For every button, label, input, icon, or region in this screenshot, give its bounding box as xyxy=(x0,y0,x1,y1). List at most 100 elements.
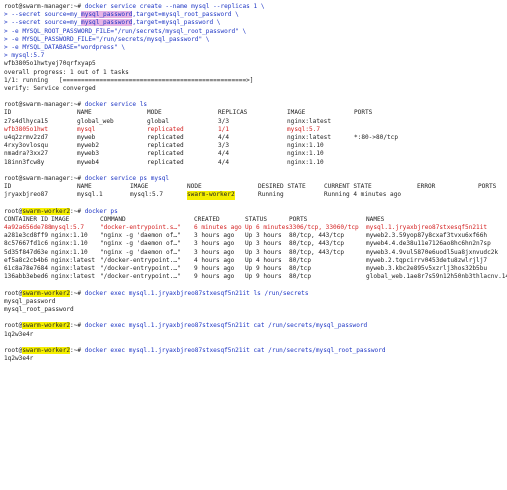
command-continuation: > -e MYSQL_ROOT_PASSWORD_FILE="/run/secr… xyxy=(4,27,247,35)
highlighted-hostname: swarm-worker2 xyxy=(22,207,71,215)
cell-image: mysql:5.7 xyxy=(130,191,164,199)
cell-ports: 80/tcp, 443/tcp xyxy=(289,240,345,248)
highlighted-hostname: swarm-worker2 xyxy=(22,289,71,297)
cell-image: mysql:5.7 xyxy=(51,224,85,232)
output-line: verify: Service converged xyxy=(4,84,96,92)
cell-command: "/docker-entrypoint.…" xyxy=(100,265,181,272)
command-text: docker exec mysql.1.jryaxbjreo87stxesqf5… xyxy=(81,322,368,330)
column-header: IMAGE xyxy=(287,109,306,117)
cell-status: Up 3 hours xyxy=(245,248,282,256)
cell-container-id: 5d35f847d63e xyxy=(4,248,49,256)
cell-id: 18inn3fcw8y xyxy=(4,158,45,166)
prompt-line: root@swarm-worker2:~# docker exec mysql.… xyxy=(4,346,503,355)
cell-created: 4 hours ago xyxy=(194,256,235,264)
cell-id: 4rxy3ovlosqu xyxy=(4,142,49,150)
cell-id: jryaxbjreo87 xyxy=(4,191,49,199)
prompt: root@swarm-manager:~# xyxy=(4,3,82,10)
table-header: ID NAME IMAGE NODE DESIRED STATE CURRENT… xyxy=(4,183,503,191)
prompt: :~# xyxy=(70,322,82,330)
cell-image: nginx:1.10 xyxy=(51,232,88,240)
cell-image: nginx:latest xyxy=(287,134,332,141)
cell-image: mysql:5.7 xyxy=(287,125,321,133)
cell-id: z7s4dlhyca15 xyxy=(4,117,49,125)
cell-command: "docker-entrypoint.s…" xyxy=(100,224,181,232)
cell-mode: replicated xyxy=(147,158,184,166)
cell-current-state: Running 4 minutes ago xyxy=(324,191,402,199)
command-continuation: > -e MYSQL_PASSWORD_FILE="/run/secrets/m… xyxy=(4,35,210,43)
cell-ports: 80/tcp xyxy=(289,265,312,272)
cell-container-id: a281e3cd8ff9 xyxy=(4,232,49,240)
command-continuation: > -e MYSQL_DATABASE="wordpress" \ xyxy=(4,43,126,51)
cell-image: nginx:1.10 xyxy=(287,158,324,166)
column-header: ID xyxy=(4,109,12,117)
table-row-highlighted: wfb3805o1hwt mysql replicated 1/1 mysql:… xyxy=(4,126,503,134)
column-header: MODE xyxy=(147,109,162,117)
cell-names: myweb4.4.de38u11e7126ao8hc6hn2n7sp xyxy=(366,240,491,248)
table-row: nmadra?3xx27 myweb3 replicated 4/4 nginx… xyxy=(4,150,503,158)
table-row: u4q2zrmv2zd7 myweb replicated 4/4 nginx:… xyxy=(4,134,503,142)
table-row: 4rxy3ovlosqu myweb2 replicated 3/3 nginx… xyxy=(4,142,503,150)
cell-ports: 80/tcp, 443/tcp xyxy=(289,248,345,256)
column-header: ID xyxy=(4,183,12,191)
cell-replicas: 3/3 xyxy=(218,117,230,125)
prompt-line: root@swarm-manager:~# docker service ls xyxy=(4,101,503,109)
cell-created: 3 hours ago xyxy=(194,232,235,240)
cell-created: 9 hours ago xyxy=(194,265,235,272)
cell-ports: 80/tcp xyxy=(289,256,312,264)
cell-image: nginx:latest xyxy=(51,256,96,264)
table-row: 61c8a78e7684 nginx:latest "/docker-entry… xyxy=(4,265,503,273)
prompt-line: root@swarm-worker2:~# docker exec mysql.… xyxy=(4,289,503,298)
output-line: 1q2w3e4r xyxy=(4,355,34,363)
command-continuation: > mysql:5.7 xyxy=(4,52,45,60)
cell-container-id: 8c57667fd1c6 xyxy=(4,240,49,248)
cell-mode: replicated xyxy=(147,125,184,133)
cell-created: 3 hours ago xyxy=(194,248,235,256)
command-fragment: > --secret source=my_ xyxy=(4,19,82,27)
table-row: 8c57667fd1c6 nginx:1.10 "nginx -g 'daemo… xyxy=(4,240,503,248)
table-row: a281e3cd8ff9 nginx:1.10 "nginx -g 'daemo… xyxy=(4,232,503,240)
column-header: IMAGE xyxy=(51,215,70,223)
cell-name: myweb4 xyxy=(77,158,100,166)
cell-replicas: 4/4 xyxy=(218,150,230,158)
command-continuation: > --secret source=my_mysql_password,targ… xyxy=(4,19,503,27)
cell-desired-state: Running xyxy=(258,191,284,199)
prompt: root@swarm-manager:~# xyxy=(4,101,82,109)
column-header: CURRENT STATE xyxy=(324,183,372,191)
cell-status: Up 3 hours xyxy=(245,232,282,240)
column-header: NAME xyxy=(77,109,92,117)
output-line: overall progress: 1 out of 1 tasks xyxy=(4,68,129,76)
cell-command: "nginx -g 'daemon of…" xyxy=(100,240,181,248)
table-row: ef5a8c2cb4b6 nginx:latest "/docker-entry… xyxy=(4,257,503,265)
command-text: docker service create --name mysql --rep… xyxy=(81,3,265,10)
cell-image: nginx:1.10 xyxy=(287,142,324,150)
cell-image: nginx:1.10 xyxy=(51,248,88,256)
command-text: docker exec mysql.1.jryaxbjreo87stxesqf5… xyxy=(81,346,386,354)
cell-name: global_web xyxy=(77,117,114,125)
cell-names: myweb.2.tqpcirrv0453detu8zwlrjlj7 xyxy=(366,256,488,264)
cell-image: nginx:1.10 xyxy=(287,150,324,158)
cell-ports: 80/tcp xyxy=(289,273,312,281)
column-header: DESIRED STATE xyxy=(258,183,306,191)
output-line: wfb3805o1hwtyej70qrfxyap5 xyxy=(4,60,96,68)
column-header: CONTAINER ID xyxy=(4,215,49,223)
terminal-window[interactable]: root@swarm-manager:~# docker service cre… xyxy=(0,0,507,490)
cell-ports: 80/tcp, 443/tcp xyxy=(289,232,345,240)
column-header: IMAGE xyxy=(130,183,149,191)
table-row: 5d35f847d63e nginx:1.10 "nginx -g 'daemo… xyxy=(4,249,503,257)
cell-name: myweb xyxy=(77,134,96,141)
column-header: PORTS xyxy=(354,109,373,117)
cell-created: 6 minutes ago xyxy=(194,224,242,232)
table-row-highlighted: 4a92a656de788 mysql:5.7 "docker-entrypoi… xyxy=(4,224,503,232)
cell-status: Up 4 hours xyxy=(245,256,282,264)
command-text: docker service ps mysql xyxy=(81,174,170,182)
command-fragment: ,target=mysql_password \ xyxy=(132,19,221,27)
command-fragment: ,target=mysql_root_password \ xyxy=(132,11,239,19)
command-text: docker ps xyxy=(81,207,118,215)
output-line: mysql_password xyxy=(4,297,56,305)
output-line: 1q2w3e4r xyxy=(4,330,34,338)
cell-names: mysql.1.jryaxbjreo87stxesqf5n21it xyxy=(366,224,488,232)
prompt: root@ xyxy=(4,346,23,354)
cell-names: global_web.1ae8r7s59n12h50nb3thlacnv.14.… xyxy=(366,273,507,281)
highlighted-secret-name: mysql_password xyxy=(81,19,133,27)
cell-status: Up 3 hours xyxy=(245,240,282,248)
